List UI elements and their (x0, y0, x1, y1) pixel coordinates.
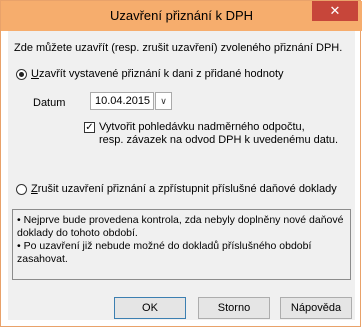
create-claim-label: Vytvořit pohledávku nadměrného odpočtu, … (99, 121, 339, 146)
dropdown-arrow-icon: ∨ (160, 96, 167, 106)
date-label: Datum (33, 97, 66, 109)
cancel-button[interactable]: Storno (198, 297, 270, 319)
create-claim-checkbox-row[interactable]: ✓ Vytvořit pohledávku nadměrného odpočtu… (84, 121, 338, 147)
dialog-title: Uzavření přiznání k DPH (109, 8, 254, 23)
close-button[interactable]: ✕ (312, 1, 358, 21)
close-icon: ✕ (329, 3, 341, 18)
radio-cancel-closing[interactable]: Zrušit uzavření přiznání a zpřístupnit p… (16, 183, 337, 195)
ok-button[interactable]: OK (114, 297, 186, 319)
radio-label: Zrušit uzavření přiznání a zpřístupnit p… (31, 183, 337, 195)
dialog-window: Uzavření přiznání k DPH ✕ Zde můžete uza… (0, 0, 362, 327)
intro-text: Zde můžete uzavřít (resp. zrušit uzavřen… (14, 42, 343, 54)
create-claim-checkbox[interactable]: ✓ (84, 122, 95, 133)
info-line: doklady do tohoto období. (17, 227, 138, 239)
radio-button[interactable] (16, 183, 27, 195)
radio-close-return[interactable]: Uzavřít vystavené přiznání k dani z přid… (16, 68, 284, 80)
dialog-body: Zde můžete uzavřít (resp. zrušit uzavřen… (8, 31, 355, 320)
date-field[interactable]: 10.04.2015 (90, 92, 154, 110)
radio-button[interactable] (16, 68, 27, 80)
help-button[interactable]: Nápověda (280, 297, 352, 319)
info-line: zasahovat. (17, 253, 68, 265)
radio-label: Uzavřít vystavené přiznání k dani z přid… (31, 68, 284, 80)
info-line: • Nejprve bude provedena kontrola, zda n… (17, 214, 344, 226)
title-bar[interactable]: Uzavření přiznání k DPH ✕ (1, 1, 362, 31)
info-line: • Po uzavření již nebude možné do doklad… (17, 240, 312, 252)
date-dropdown-button[interactable]: ∨ (155, 92, 172, 110)
info-box: • Nejprve bude provedena kontrola, zda n… (12, 209, 351, 280)
